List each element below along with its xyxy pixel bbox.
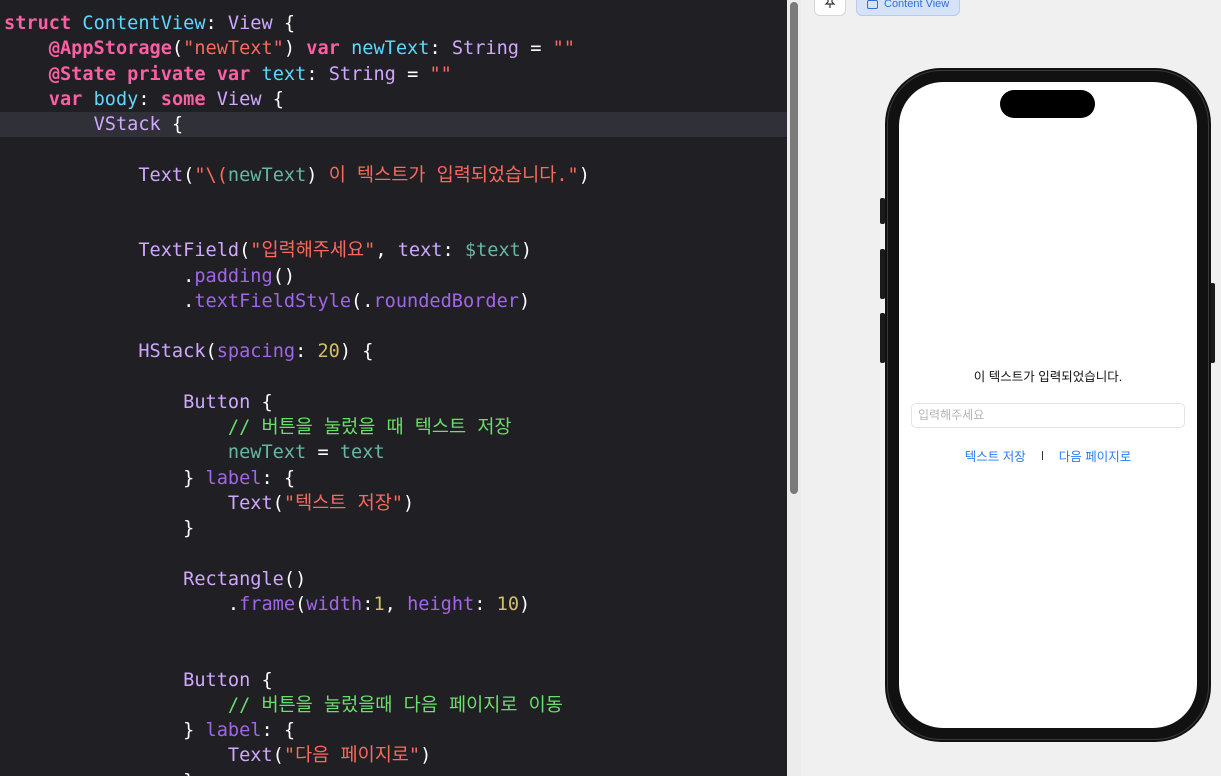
button-row: 텍스트 저장 다음 페이지로 — [899, 446, 1197, 465]
code-line: Button { — [183, 669, 273, 691]
code-line: Button { — [183, 391, 273, 413]
code-line: } label: { — [4, 720, 296, 741]
code-line: Rectangle() — [183, 568, 307, 590]
code-line: .padding() — [4, 265, 296, 287]
code-line: var body: some View { — [48, 88, 284, 110]
preview-square-icon — [867, 0, 878, 9]
content-view-tab-label: Content View — [884, 0, 950, 10]
code-line: @State private var text: String = "" — [48, 63, 452, 85]
code-line: .textFieldStyle(.roundedBorder) — [4, 290, 531, 312]
code-line: struct ContentView: View { — [4, 13, 296, 34]
pin-button[interactable] — [814, 0, 846, 16]
code-line: Text("\(newText) 이 텍스트가 입력되었습니다.") — [138, 164, 590, 186]
divider-rectangle — [1041, 451, 1043, 460]
next-page-button[interactable]: 다음 페이지로 — [1059, 446, 1131, 465]
code-line: // 버튼을 눌렀을때 다음 페이지로 이동 — [227, 694, 563, 716]
text-input-field[interactable]: 입력해주세요 — [911, 403, 1185, 428]
code-line: newText = text — [227, 442, 385, 464]
code-line: HStack(spacing: 20) { — [138, 341, 374, 363]
iphone-screen: 이 텍스트가 입력되었습니다. 입력해주세요 텍스트 저장 다음 페이지로 — [899, 82, 1197, 728]
code-line: VStack { — [93, 114, 184, 135]
code-line: @AppStorage("newText") var newText: Stri… — [48, 38, 575, 60]
code-line: // 버튼을 눌렀을 때 텍스트 저장 — [227, 417, 512, 438]
preview-canvas: Content View 이 텍스트가 입력되었습니다. 입력해주세요 텍스트 … — [801, 0, 1221, 776]
save-text-button[interactable]: 텍스트 저장 — [965, 446, 1026, 465]
pin-icon — [824, 0, 836, 12]
dynamic-island — [1000, 90, 1095, 118]
code-line: Text("다음 페이지로") — [227, 745, 432, 767]
code-editor[interactable]: struct ContentView: View { @AppStorage("… — [0, 0, 787, 776]
saved-text-label: 이 텍스트가 입력되었습니다. — [973, 370, 1123, 384]
code-line: TextField("입력해주세요", text: $text) — [138, 240, 533, 262]
code-line: } label: { — [4, 467, 296, 489]
code-line: } — [4, 769, 194, 776]
code-line: .frame(width:1, height: 10) — [4, 593, 531, 615]
code-line: } — [4, 518, 195, 539]
editor-scrollbar-thumb[interactable] — [790, 2, 798, 494]
code-line: Text("텍스트 저장") — [227, 492, 415, 514]
content-view-tab[interactable]: Content View — [856, 0, 961, 16]
